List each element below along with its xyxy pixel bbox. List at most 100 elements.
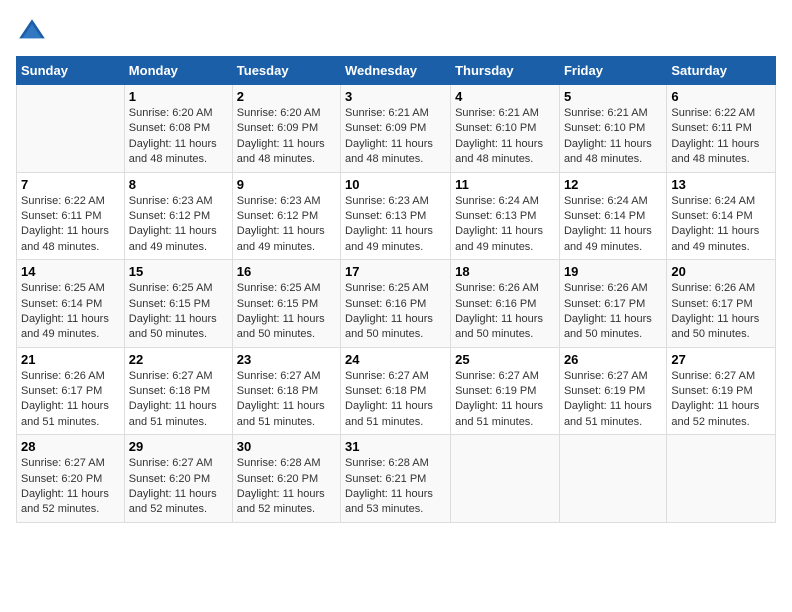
calendar-week-row: 28Sunrise: 6:27 AM Sunset: 6:20 PM Dayli… [17,435,776,523]
day-number: 31 [345,439,446,454]
day-info: Sunrise: 6:24 AM Sunset: 6:14 PM Dayligh… [671,194,771,256]
day-number: 1 [129,89,228,104]
calendar-header-row: SundayMondayTuesdayWednesdayThursdayFrid… [17,57,776,85]
calendar-cell: 12 Sunrise: 6:24 AM Sunset: 6:14 PM Dayli… [559,172,666,260]
page-header [16,16,776,48]
day-number: 23 [237,352,336,367]
calendar-cell: 4 Sunrise: 6:21 AM Sunset: 6:10 PM Daylig… [451,85,560,173]
calendar-cell [667,435,776,523]
calendar-cell: 28Sunrise: 6:27 AM Sunset: 6:20 PM Dayli… [17,435,125,523]
day-info: Sunrise: 6:25 AM Sunset: 6:14 PM Dayligh… [21,281,120,343]
day-info: Sunrise: 6:24 AM Sunset: 6:14 PM Dayligh… [564,194,662,256]
day-number: 4 [455,89,555,104]
day-number: 10 [345,177,446,192]
calendar-cell: 10 Sunrise: 6:23 AM Sunset: 6:13 PM Dayli… [341,172,451,260]
calendar-cell: 25 Sunrise: 6:27 AM Sunset: 6:19 PM Dayli… [451,347,560,435]
day-info: Sunrise: 6:26 AM Sunset: 6:17 PM Dayligh… [21,369,120,431]
day-number: 11 [455,177,555,192]
day-info: Sunrise: 6:23 AM Sunset: 6:12 PM Dayligh… [129,194,228,256]
day-info: Sunrise: 6:22 AM Sunset: 6:11 PM Dayligh… [671,106,771,168]
day-info: Sunrise: 6:25 AM Sunset: 6:15 PM Dayligh… [129,281,228,343]
calendar-cell: 30 Sunrise: 6:28 AM Sunset: 6:20 PM Dayli… [232,435,340,523]
calendar-cell: 19 Sunrise: 6:26 AM Sunset: 6:17 PM Dayli… [559,260,666,348]
day-info: Sunrise: 6:28 AM Sunset: 6:20 PM Dayligh… [237,456,336,518]
calendar-cell: 9Sunrise: 6:23 AM Sunset: 6:12 PM Daylig… [232,172,340,260]
day-number: 3 [345,89,446,104]
calendar-cell: 27 Sunrise: 6:27 AM Sunset: 6:19 PM Dayli… [667,347,776,435]
day-info: Sunrise: 6:26 AM Sunset: 6:17 PM Dayligh… [671,281,771,343]
header-day-monday: Monday [124,57,232,85]
day-info: Sunrise: 6:27 AM Sunset: 6:19 PM Dayligh… [564,369,662,431]
calendar-cell: 22 Sunrise: 6:27 AM Sunset: 6:18 PM Dayli… [124,347,232,435]
calendar-cell: 20 Sunrise: 6:26 AM Sunset: 6:17 PM Dayli… [667,260,776,348]
header-day-thursday: Thursday [451,57,560,85]
day-number: 2 [237,89,336,104]
day-info: Sunrise: 6:27 AM Sunset: 6:19 PM Dayligh… [455,369,555,431]
calendar-cell: 31 Sunrise: 6:28 AM Sunset: 6:21 PM Dayli… [341,435,451,523]
day-info: Sunrise: 6:20 AM Sunset: 6:08 PM Dayligh… [129,106,228,168]
calendar-cell [451,435,560,523]
calendar-cell: 15 Sunrise: 6:25 AM Sunset: 6:15 PM Dayli… [124,260,232,348]
header-day-friday: Friday [559,57,666,85]
day-number: 27 [671,352,771,367]
header-day-tuesday: Tuesday [232,57,340,85]
day-info: Sunrise: 6:22 AM Sunset: 6:11 PM Dayligh… [21,194,120,256]
day-number: 8 [129,177,228,192]
day-number: 18 [455,264,555,279]
day-info: Sunrise: 6:27 AM Sunset: 6:18 PM Dayligh… [129,369,228,431]
calendar-cell: 16 Sunrise: 6:25 AM Sunset: 6:15 PM Dayli… [232,260,340,348]
calendar-week-row: 21 Sunrise: 6:26 AM Sunset: 6:17 PM Dayli… [17,347,776,435]
day-number: 15 [129,264,228,279]
calendar-cell: 21 Sunrise: 6:26 AM Sunset: 6:17 PM Dayli… [17,347,125,435]
calendar-cell: 24Sunrise: 6:27 AM Sunset: 6:18 PM Dayli… [341,347,451,435]
calendar-cell: 17 Sunrise: 6:25 AM Sunset: 6:16 PM Dayli… [341,260,451,348]
calendar-cell [17,85,125,173]
day-number: 25 [455,352,555,367]
calendar-cell: 14 Sunrise: 6:25 AM Sunset: 6:14 PM Dayli… [17,260,125,348]
day-info: Sunrise: 6:26 AM Sunset: 6:16 PM Dayligh… [455,281,555,343]
day-info: Sunrise: 6:24 AM Sunset: 6:13 PM Dayligh… [455,194,555,256]
day-info: Sunrise: 6:26 AM Sunset: 6:17 PM Dayligh… [564,281,662,343]
calendar-cell: 8 Sunrise: 6:23 AM Sunset: 6:12 PM Daylig… [124,172,232,260]
day-info: Sunrise: 6:27 AM Sunset: 6:20 PM Dayligh… [21,456,120,518]
day-number: 30 [237,439,336,454]
day-number: 16 [237,264,336,279]
calendar-week-row: 1 Sunrise: 6:20 AM Sunset: 6:08 PM Daylig… [17,85,776,173]
day-number: 24 [345,352,446,367]
day-number: 5 [564,89,662,104]
day-number: 19 [564,264,662,279]
day-info: Sunrise: 6:25 AM Sunset: 6:16 PM Dayligh… [345,281,446,343]
day-number: 7 [21,177,120,192]
day-number: 12 [564,177,662,192]
day-info: Sunrise: 6:27 AM Sunset: 6:20 PM Dayligh… [129,456,228,518]
day-number: 22 [129,352,228,367]
logo-icon [16,16,48,48]
calendar-week-row: 7 Sunrise: 6:22 AM Sunset: 6:11 PM Daylig… [17,172,776,260]
day-number: 14 [21,264,120,279]
calendar-cell: 5Sunrise: 6:21 AM Sunset: 6:10 PM Daylig… [559,85,666,173]
day-info: Sunrise: 6:21 AM Sunset: 6:09 PM Dayligh… [345,106,446,168]
calendar-week-row: 14 Sunrise: 6:25 AM Sunset: 6:14 PM Dayli… [17,260,776,348]
day-number: 13 [671,177,771,192]
calendar-cell: 2 Sunrise: 6:20 AM Sunset: 6:09 PM Daylig… [232,85,340,173]
calendar-cell: 23 Sunrise: 6:27 AM Sunset: 6:18 PM Dayli… [232,347,340,435]
day-info: Sunrise: 6:21 AM Sunset: 6:10 PM Dayligh… [455,106,555,168]
day-info: Sunrise: 6:23 AM Sunset: 6:12 PM Dayligh… [237,194,336,256]
day-number: 6 [671,89,771,104]
day-info: Sunrise: 6:23 AM Sunset: 6:13 PM Dayligh… [345,194,446,256]
calendar-cell: 18 Sunrise: 6:26 AM Sunset: 6:16 PM Dayli… [451,260,560,348]
calendar-cell: 7 Sunrise: 6:22 AM Sunset: 6:11 PM Daylig… [17,172,125,260]
day-info: Sunrise: 6:20 AM Sunset: 6:09 PM Dayligh… [237,106,336,168]
calendar-cell: 6 Sunrise: 6:22 AM Sunset: 6:11 PM Daylig… [667,85,776,173]
day-info: Sunrise: 6:27 AM Sunset: 6:18 PM Dayligh… [237,369,336,431]
header-day-sunday: Sunday [17,57,125,85]
calendar-table: SundayMondayTuesdayWednesdayThursdayFrid… [16,56,776,523]
day-info: Sunrise: 6:25 AM Sunset: 6:15 PM Dayligh… [237,281,336,343]
day-info: Sunrise: 6:27 AM Sunset: 6:19 PM Dayligh… [671,369,771,431]
calendar-cell: 13 Sunrise: 6:24 AM Sunset: 6:14 PM Dayli… [667,172,776,260]
day-number: 21 [21,352,120,367]
day-info: Sunrise: 6:28 AM Sunset: 6:21 PM Dayligh… [345,456,446,518]
calendar-cell: 11 Sunrise: 6:24 AM Sunset: 6:13 PM Dayli… [451,172,560,260]
day-number: 20 [671,264,771,279]
day-number: 17 [345,264,446,279]
